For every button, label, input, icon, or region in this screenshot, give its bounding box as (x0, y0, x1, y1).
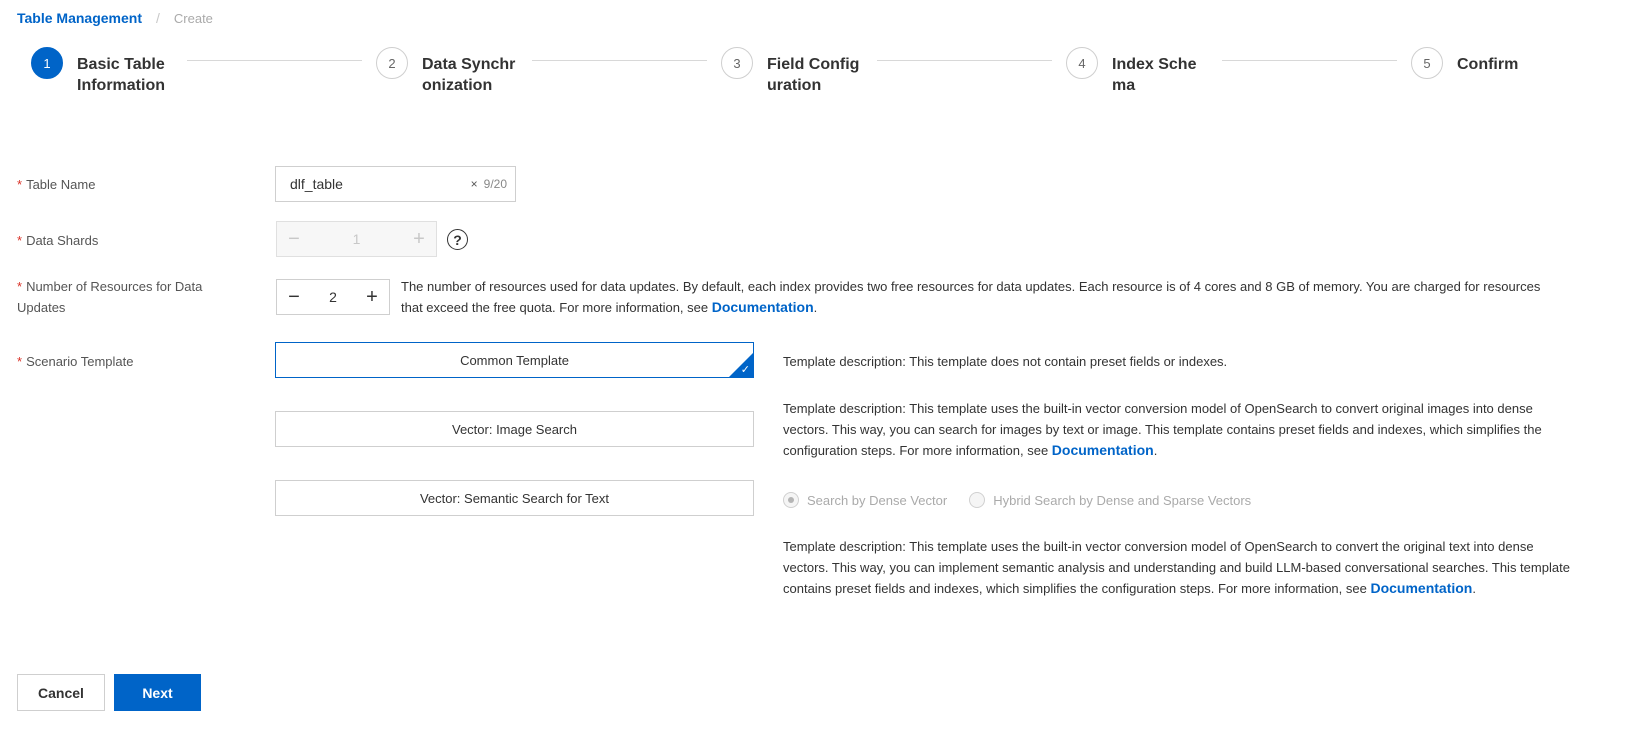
step-connector-4 (1222, 60, 1397, 61)
step-index-schema: 4 Index Schema (1066, 47, 1208, 96)
step-confirm: 5 Confirm (1411, 47, 1553, 79)
semantic-search-template-description: Template description: This template uses… (783, 536, 1573, 599)
step-connector-3 (877, 60, 1052, 61)
data-shards-label: * Data Shards (17, 230, 227, 251)
radio-dense-vector-circle (783, 492, 799, 508)
step-title-2: Data Synchronization (422, 56, 516, 94)
help-icon[interactable]: ? (447, 229, 468, 250)
radio-hybrid-vector-label: Hybrid Search by Dense and Sparse Vector… (993, 492, 1252, 508)
required-mark: * (17, 279, 23, 294)
vector-search-radio-group: Search by Dense Vector Hybrid Search by … (783, 492, 1273, 508)
step-title-4: Index Schema (1112, 56, 1197, 94)
check-icon: ✓ (740, 364, 750, 376)
required-mark: * (17, 177, 23, 192)
character-counter: 9/20 (483, 177, 507, 191)
image-search-description-text: Template description: This template uses… (783, 401, 1542, 458)
semantic-search-description-suffix: . (1472, 581, 1476, 596)
step-number-1: 1 (31, 47, 63, 79)
semantic-search-documentation-link[interactable]: Documentation (1370, 580, 1472, 596)
clear-icon[interactable]: × (471, 177, 478, 191)
step-title-5: Confirm (1457, 56, 1519, 73)
step-number-5: 5 (1411, 47, 1443, 79)
data-shards-increment-button: + (413, 228, 425, 250)
scenario-template-label-text: Scenario Template (26, 354, 134, 369)
template-card-image-search-label: Vector: Image Search (451, 421, 577, 437)
breadcrumb-table-management-link[interactable]: Table Management (17, 10, 142, 26)
table-name-label: * Table Name (17, 174, 227, 195)
table-name-value[interactable]: dlf_table (290, 176, 471, 192)
template-card-image-search[interactable]: Vector: Image Search (275, 411, 754, 447)
template-card-semantic-search-label: Vector: Semantic Search for Text (419, 490, 610, 506)
data-shards-value: 1 (352, 231, 361, 247)
template-card-common-label: Common Template (460, 352, 569, 368)
radio-dense-vector: Search by Dense Vector (783, 492, 947, 508)
resources-description-suffix: . (813, 300, 818, 315)
table-name-label-text: Table Name (26, 177, 96, 192)
resources-description: The number of resources used for data up… (401, 276, 1541, 318)
image-search-documentation-link[interactable]: Documentation (1052, 442, 1154, 458)
resources-label-text: Number of Resources for Data Updates (17, 279, 203, 315)
required-mark: * (17, 354, 23, 369)
resources-documentation-link[interactable]: Documentation (712, 299, 814, 315)
breadcrumb-separator: / (156, 10, 160, 26)
table-name-input[interactable]: dlf_table × 9/20 (275, 166, 516, 202)
breadcrumb: Table Management / Create (17, 10, 213, 26)
step-data-synchronization: 2 Data Synchronization (376, 47, 518, 96)
resources-value[interactable]: 2 (329, 289, 337, 305)
step-connector-1 (187, 60, 362, 61)
step-basic-table-information: 1 Basic Table Information (31, 47, 177, 96)
step-number-4: 4 (1066, 47, 1098, 79)
required-mark: * (17, 233, 23, 248)
radio-hybrid-vector: Hybrid Search by Dense and Sparse Vector… (969, 492, 1251, 508)
next-button[interactable]: Next (114, 674, 201, 711)
template-card-common[interactable]: Common Template ✓ (275, 342, 754, 378)
step-connector-2 (532, 60, 707, 61)
template-card-semantic-search[interactable]: Vector: Semantic Search for Text (275, 480, 754, 516)
data-shards-stepper: − 1 + (276, 221, 437, 257)
resources-stepper[interactable]: − 2 + (276, 279, 390, 315)
radio-hybrid-vector-circle (969, 492, 986, 508)
scenario-template-label: * Scenario Template (17, 351, 227, 372)
image-search-template-description: Template description: This template uses… (783, 398, 1573, 461)
breadcrumb-current: Create (173, 10, 213, 26)
radio-dense-vector-label: Search by Dense Vector (807, 492, 948, 508)
image-search-description-suffix: . (1153, 443, 1158, 458)
data-shards-decrement-button: − (288, 228, 300, 250)
cancel-button[interactable]: Cancel (17, 674, 105, 711)
step-title-3: Field Configuration (767, 56, 860, 94)
step-number-2: 2 (376, 47, 408, 79)
step-title-1: Basic Table Information (77, 56, 165, 94)
resources-decrement-button[interactable]: − (277, 280, 311, 314)
resources-increment-button[interactable]: + (355, 280, 389, 314)
common-template-description: Template description: This template does… (783, 354, 1228, 369)
step-number-3: 3 (721, 47, 753, 79)
resources-description-text: The number of resources used for data up… (401, 279, 1541, 315)
step-field-configuration: 3 Field Configuration (721, 47, 863, 96)
data-shards-label-text: Data Shards (26, 233, 99, 248)
resources-label: * Number of Resources for Data Updates (17, 276, 227, 318)
